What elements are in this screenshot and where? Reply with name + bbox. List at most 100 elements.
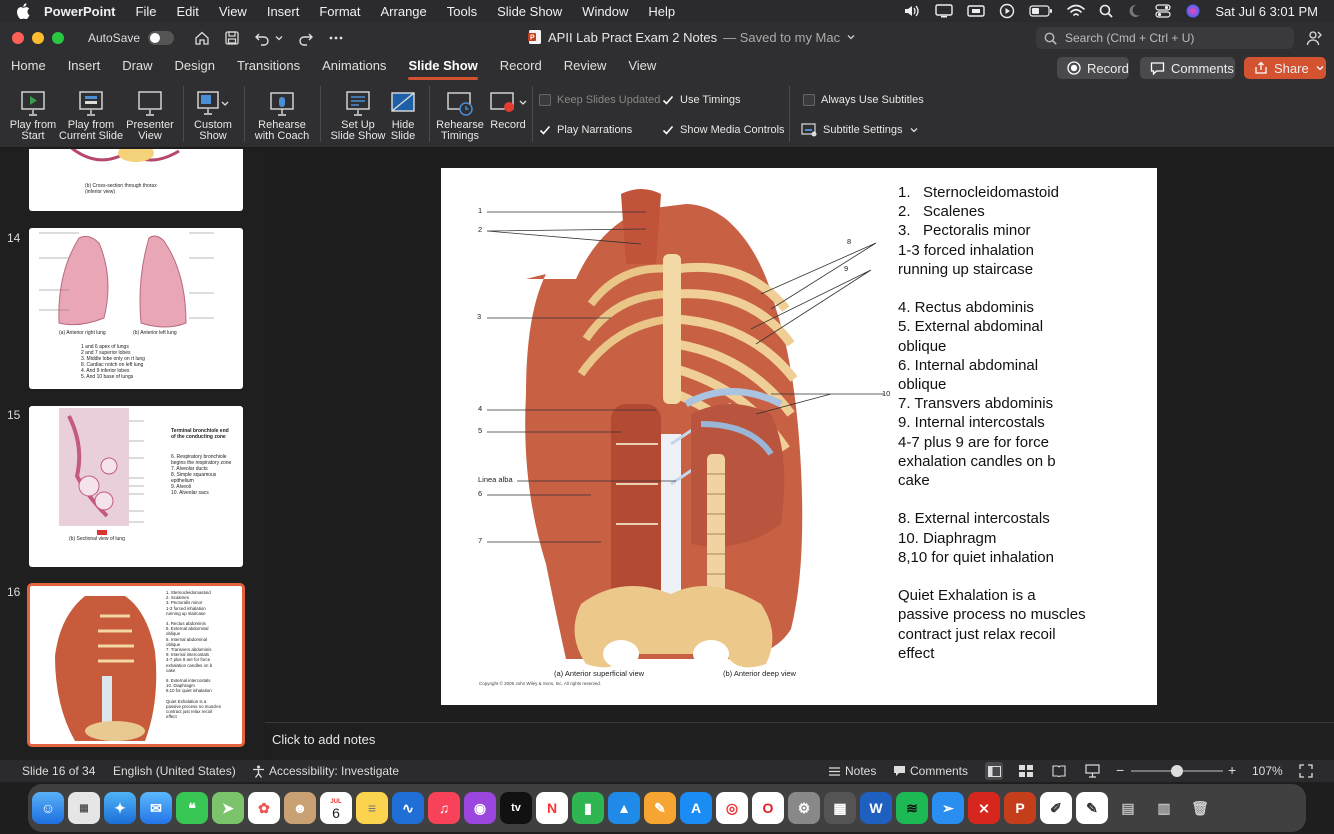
menu-help[interactable]: Help [638,4,685,19]
keep-slides-updated-checkbox[interactable]: Keep Slides Updated [539,94,660,106]
paper-plane-app-icon[interactable]: ➢ [932,792,964,824]
pages-icon[interactable]: ✎ [644,792,676,824]
slide-sorter-view-button[interactable] [1019,765,1033,777]
more-icon[interactable] [328,30,344,46]
set-up-slide-show-button[interactable]: Set Up Slide Show [330,86,386,142]
menu-window[interactable]: Window [572,4,638,19]
news-icon[interactable]: N [536,792,568,824]
use-timings-checkbox[interactable]: Use Timings [662,94,741,106]
display-icon[interactable] [935,4,954,18]
slide-thumbnail-14[interactable]: (a) Anterior right lung (b) Anterior lef… [29,228,243,389]
script-editor-icon[interactable]: ✐ [1040,792,1072,824]
zoom-out-button[interactable]: − [1116,762,1124,778]
play-from-current-button[interactable]: Play from Current Slide [58,86,124,142]
slide-count[interactable]: Slide 16 of 34 [22,764,95,778]
share-people-icon[interactable] [1306,29,1324,47]
photos-icon[interactable]: ✿ [248,792,280,824]
show-media-controls-checkbox[interactable]: Show Media Controls [662,124,785,136]
siri-icon[interactable] [1185,3,1201,19]
play-narrations-checkbox[interactable]: Play Narrations [539,124,632,136]
chrome-icon[interactable]: ◎ [716,792,748,824]
current-slide[interactable]: 1 2 3 4 5 Linea alba 6 7 8 9 10 (a) Ante… [441,168,1157,705]
mail-icon[interactable]: ✉ [140,792,172,824]
notes-app-icon[interactable]: ≡ [356,792,388,824]
slide-thumbnail-pane[interactable]: (b) Cross-section through thorax (inferi… [0,149,264,760]
menu-arrange[interactable]: Arrange [371,4,437,19]
keynote-icon[interactable]: ▲ [608,792,640,824]
always-use-subtitles-checkbox[interactable]: Always Use Subtitles [803,94,924,106]
notes-pane[interactable]: Click to add notes [265,722,1334,760]
zoom-window-button[interactable] [52,32,64,44]
acrobat-icon[interactable]: ⨯ [968,792,1000,824]
tab-draw[interactable]: Draw [111,54,163,82]
reading-view-button[interactable] [1052,765,1066,777]
zoom-in-button[interactable]: + [1228,762,1236,778]
save-icon[interactable] [224,30,240,46]
slide-show-view-button[interactable] [1085,764,1100,778]
document-title[interactable]: P APII Lab Pract Exam 2 Notes — Saved to… [528,29,856,45]
maps-icon[interactable]: ➤ [212,792,244,824]
menu-tools[interactable]: Tools [437,4,487,19]
tab-home[interactable]: Home [0,54,57,82]
music-icon[interactable]: ♫ [428,792,460,824]
screen-icon[interactable] [967,4,986,18]
normal-view-button[interactable] [985,762,1003,780]
tab-transitions[interactable]: Transitions [226,54,311,82]
tab-animations[interactable]: Animations [311,54,397,82]
language-status[interactable]: English (United States) [113,764,236,778]
tab-insert[interactable]: Insert [57,54,112,82]
wifi-icon[interactable] [1067,4,1086,18]
record-slide-show-button[interactable]: Record [486,86,530,131]
opera-icon[interactable]: O [752,792,784,824]
menu-file[interactable]: File [126,4,167,19]
slide-thumbnail-16-selected[interactable]: 1. Sternocleidomastoid 2. Scalenes 3. Pe… [27,583,245,747]
redo-icon[interactable] [298,30,314,46]
menu-view[interactable]: View [209,4,257,19]
home-icon[interactable] [194,30,210,46]
presenter-view-button[interactable]: Presenter View [124,86,176,142]
menu-insert[interactable]: Insert [257,4,310,19]
safari-icon[interactable]: ✦ [104,792,136,824]
control-center-icon[interactable] [1155,4,1171,18]
autosave-control[interactable]: AutoSave [88,31,175,45]
powerpoint-icon[interactable]: P [1004,792,1036,824]
close-window-button[interactable] [12,32,24,44]
apple-icon[interactable] [0,3,30,19]
app-store-icon[interactable]: A [680,792,712,824]
menu-slide-show[interactable]: Slide Show [487,4,572,19]
undo-icon[interactable] [254,30,270,46]
accessibility-status[interactable]: Accessibility: Investigate [252,764,399,778]
undo-dropdown-chevron-icon[interactable] [274,33,284,43]
comments-toggle-button[interactable]: Comments [893,764,968,778]
trash-icon[interactable]: 🗑 [1184,792,1216,824]
battery-icon[interactable] [1029,5,1053,17]
fit-to-window-button[interactable] [1299,764,1313,778]
slide-editing-area[interactable]: 1 2 3 4 5 Linea alba 6 7 8 9 10 (a) Ante… [265,149,1334,722]
zoom-level[interactable]: 107% [1252,764,1283,778]
documents-stack-icon[interactable]: ▥ [1148,792,1180,824]
tab-record[interactable]: Record [489,54,553,82]
launchpad-icon[interactable]: ▦ [68,792,100,824]
apple-tv-icon[interactable]: tv [500,792,532,824]
focus-moon-icon[interactable] [1127,4,1141,18]
calendar-icon[interactable]: JUL 6 [320,792,352,824]
slide-text-box[interactable]: 1. Sternocleidomastoid 2. Scalenes 3. Pe… [898,183,1148,663]
autosave-toggle[interactable] [148,31,175,45]
menu-app-name[interactable]: PowerPoint [30,4,126,19]
rehearse-timings-button[interactable]: Rehearse Timings [436,86,484,142]
contacts-icon[interactable]: ☻ [284,792,316,824]
rehearse-with-coach-button[interactable]: Rehearse with Coach [252,86,312,142]
spotlight-search-icon[interactable] [1099,4,1114,18]
menubar-datetime[interactable]: Sat Jul 6 3:01 PM [1215,4,1318,19]
search-box[interactable]: Search (Cmd + Ctrl + U) [1036,27,1294,49]
play-from-start-button[interactable]: Play from Start [8,86,58,142]
comments-button[interactable]: Comments [1140,57,1235,79]
menu-format[interactable]: Format [309,4,370,19]
zoom-slider-handle[interactable] [1171,765,1183,777]
notes-placeholder[interactable]: Click to add notes [272,732,375,747]
menu-edit[interactable]: Edit [166,4,208,19]
notes-toggle-button[interactable]: Notes [828,764,876,778]
textedit-icon[interactable]: ✎ [1076,792,1108,824]
minimize-window-button[interactable] [32,32,44,44]
finder-icon[interactable]: ☺ [32,792,64,824]
